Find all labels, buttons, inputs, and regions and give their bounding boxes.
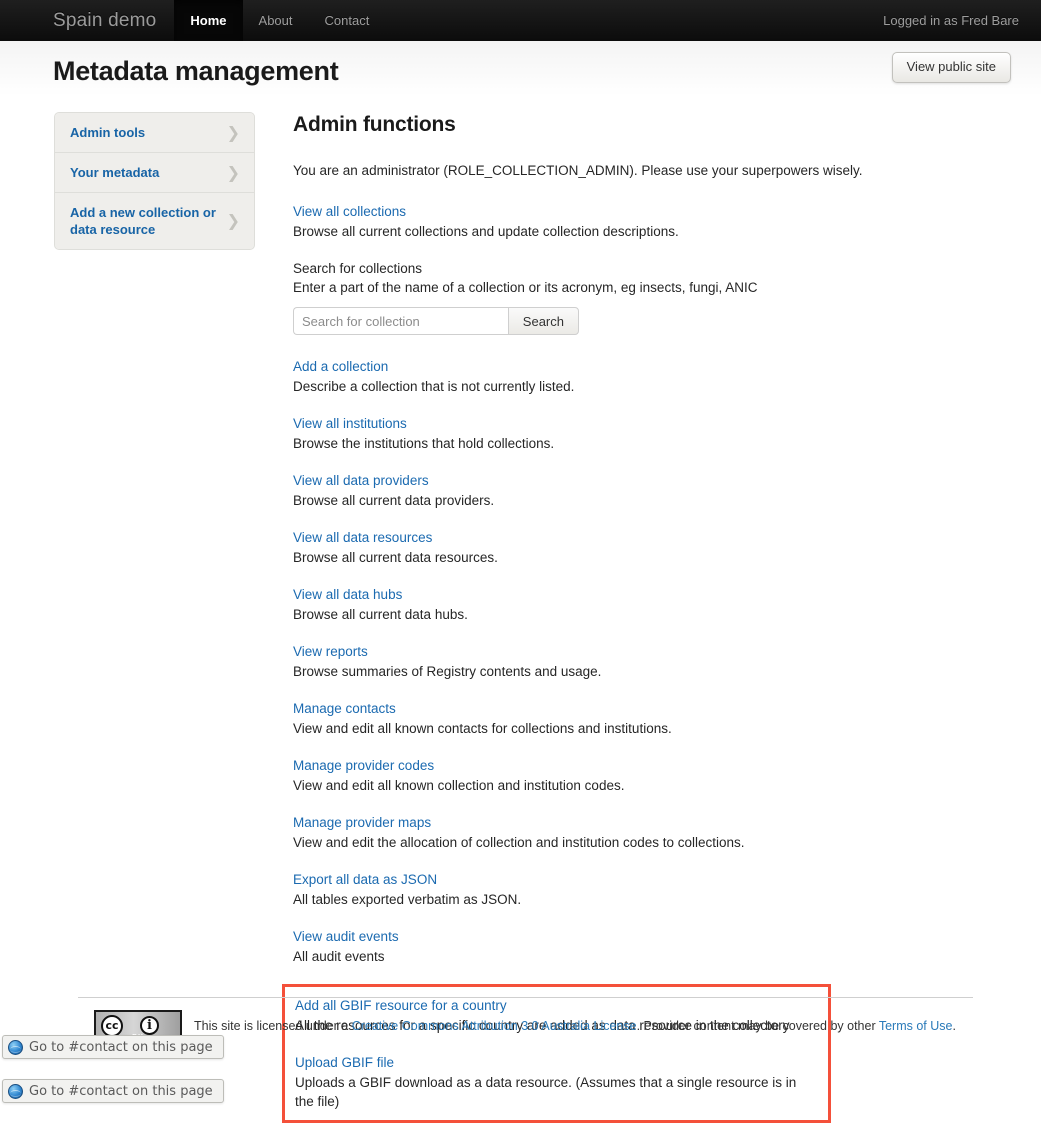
footer-divider: [78, 997, 973, 998]
function-view-all-institutions: View all institutions Browse the institu…: [293, 414, 993, 453]
link-manage-provider-maps[interactable]: Manage provider maps: [293, 813, 431, 832]
function-view-all-data-hubs: View all data hubs Browse all current da…: [293, 585, 993, 624]
goto-contact-chip-label: Go to #contact on this page: [29, 1039, 213, 1055]
link-view-reports[interactable]: View reports: [293, 642, 368, 661]
sidebar-item-your-metadata[interactable]: Your metadata ❯: [55, 153, 254, 193]
desc-view-audit-events: All audit events: [293, 949, 385, 964]
gbif-highlighted-group: Add all GBIF resource for a country All …: [282, 984, 831, 1123]
link-view-all-data-resources[interactable]: View all data resources: [293, 528, 432, 547]
function-view-reports: View reports Browse summaries of Registr…: [293, 642, 993, 681]
function-view-audit-events: View audit events All audit events: [293, 927, 993, 966]
footer-license-text: This site is licensed under a Creative C…: [194, 1018, 956, 1034]
search-hint: Enter a part of the name of a collection…: [293, 280, 758, 295]
globe-icon: [8, 1083, 23, 1099]
desc-view-reports: Browse summaries of Registry contents an…: [293, 664, 602, 679]
primary-nav: Home About Contact: [174, 0, 385, 41]
cc-by-person-icon: i: [140, 1016, 159, 1035]
function-add-a-collection: Add a collection Describe a collection t…: [293, 357, 993, 396]
license-link[interactable]: Creative Commons Attribution 3.0 Austral…: [352, 1019, 637, 1033]
desc-view-all-data-providers: Browse all current data providers.: [293, 493, 495, 508]
chevron-right-icon: ❯: [226, 122, 240, 142]
sidebar-item-admin-tools[interactable]: Admin tools ❯: [55, 113, 254, 153]
link-view-all-collections[interactable]: View all collections: [293, 202, 406, 221]
search-input[interactable]: [293, 307, 508, 335]
site-brand[interactable]: Spain demo: [0, 0, 174, 41]
link-view-all-data-providers[interactable]: View all data providers: [293, 471, 429, 490]
link-export-all-data-as-json[interactable]: Export all data as JSON: [293, 870, 437, 889]
sidebar-item-label: Your metadata: [70, 165, 160, 180]
function-view-all-data-providers: View all data providers Browse all curre…: [293, 471, 993, 510]
link-upload-gbif-file[interactable]: Upload GBIF file: [295, 1053, 394, 1072]
function-manage-provider-maps: Manage provider maps View and edit the a…: [293, 813, 993, 852]
search-button[interactable]: Search: [507, 307, 579, 335]
desc-manage-contacts: View and edit all known contacts for col…: [293, 721, 672, 736]
top-navbar: Spain demo Home About Contact Logged in …: [0, 0, 1041, 41]
sidebar-item-label: Add a new collection or data resource: [70, 205, 216, 237]
desc-manage-provider-maps: View and edit the allocation of collecti…: [293, 835, 745, 850]
admin-role-note: You are an administrator (ROLE_COLLECTIO…: [293, 163, 863, 178]
link-view-all-data-hubs[interactable]: View all data hubs: [293, 585, 402, 604]
desc-manage-provider-codes: View and edit all known collection and i…: [293, 778, 625, 793]
chevron-right-icon: ❯: [226, 162, 240, 182]
link-manage-provider-codes[interactable]: Manage provider codes: [293, 756, 434, 775]
sidebar-item-label: Admin tools: [70, 125, 146, 140]
link-view-audit-events[interactable]: View audit events: [293, 927, 399, 946]
desc-view-all-data-resources: Browse all current data resources.: [293, 550, 498, 565]
function-export-all-data-as-json: Export all data as JSON All tables expor…: [293, 870, 993, 909]
search-for-collections-block: Search for collections Enter a part of t…: [293, 259, 993, 335]
function-upload-gbif-file: Upload GBIF file Uploads a GBIF download…: [295, 1053, 818, 1111]
main-content: Admin functions You are an administrator…: [282, 112, 993, 1123]
user-status: Logged in as Fred Bare: [883, 13, 1019, 28]
desc-view-all-institutions: Browse the institutions that hold collec…: [293, 436, 555, 451]
link-manage-contacts[interactable]: Manage contacts: [293, 699, 396, 718]
function-manage-contacts: Manage contacts View and edit all known …: [293, 699, 993, 738]
search-row: Search: [293, 307, 579, 335]
globe-icon: [8, 1039, 23, 1055]
view-public-site-button[interactable]: View public site: [891, 52, 1011, 83]
terms-of-use-link[interactable]: Terms of Use: [879, 1019, 953, 1033]
desc-view-all-data-hubs: Browse all current data hubs.: [293, 607, 468, 622]
admin-functions-heading: Admin functions: [293, 113, 456, 136]
footer-text-before: This site is licensed under a: [194, 1018, 352, 1033]
footer-text-middle: . Provider content may be covered by oth…: [636, 1018, 879, 1033]
desc-export-all-data-as-json: All tables exported verbatim as JSON.: [293, 892, 522, 907]
nav-link-contact[interactable]: Contact: [309, 0, 386, 41]
page-title: Metadata management: [53, 56, 339, 86]
function-view-all-data-resources: View all data resources Browse all curre…: [293, 528, 993, 567]
navbar-inner: Spain demo Home About Contact Logged in …: [0, 0, 1041, 41]
nav-link-home[interactable]: Home: [174, 0, 243, 41]
function-view-all-collections: View all collections Browse all current …: [293, 202, 993, 241]
footer-text-after: .: [952, 1018, 956, 1033]
sidebar-item-add-new-collection[interactable]: Add a new collection or data resource ❯: [55, 193, 254, 249]
goto-contact-chip-label: Go to #contact on this page: [29, 1083, 213, 1099]
goto-contact-chip[interactable]: Go to #contact on this page: [2, 1079, 224, 1103]
link-view-all-institutions[interactable]: View all institutions: [293, 414, 407, 433]
desc-view-all-collections: Browse all current collections and updat…: [293, 224, 679, 239]
link-add-a-collection[interactable]: Add a collection: [293, 357, 388, 376]
sidebar: Admin tools ❯ Your metadata ❯ Add a new …: [54, 112, 255, 250]
nav-link-about[interactable]: About: [243, 0, 309, 41]
desc-upload-gbif-file: Uploads a GBIF download as a data resour…: [295, 1075, 797, 1109]
search-title: Search for collections: [293, 261, 423, 276]
goto-contact-chip[interactable]: Go to #contact on this page: [2, 1035, 224, 1059]
function-manage-provider-codes: Manage provider codes View and edit all …: [293, 756, 993, 795]
chevron-right-icon: ❯: [226, 211, 240, 230]
desc-add-a-collection: Describe a collection that is not curren…: [293, 379, 575, 394]
